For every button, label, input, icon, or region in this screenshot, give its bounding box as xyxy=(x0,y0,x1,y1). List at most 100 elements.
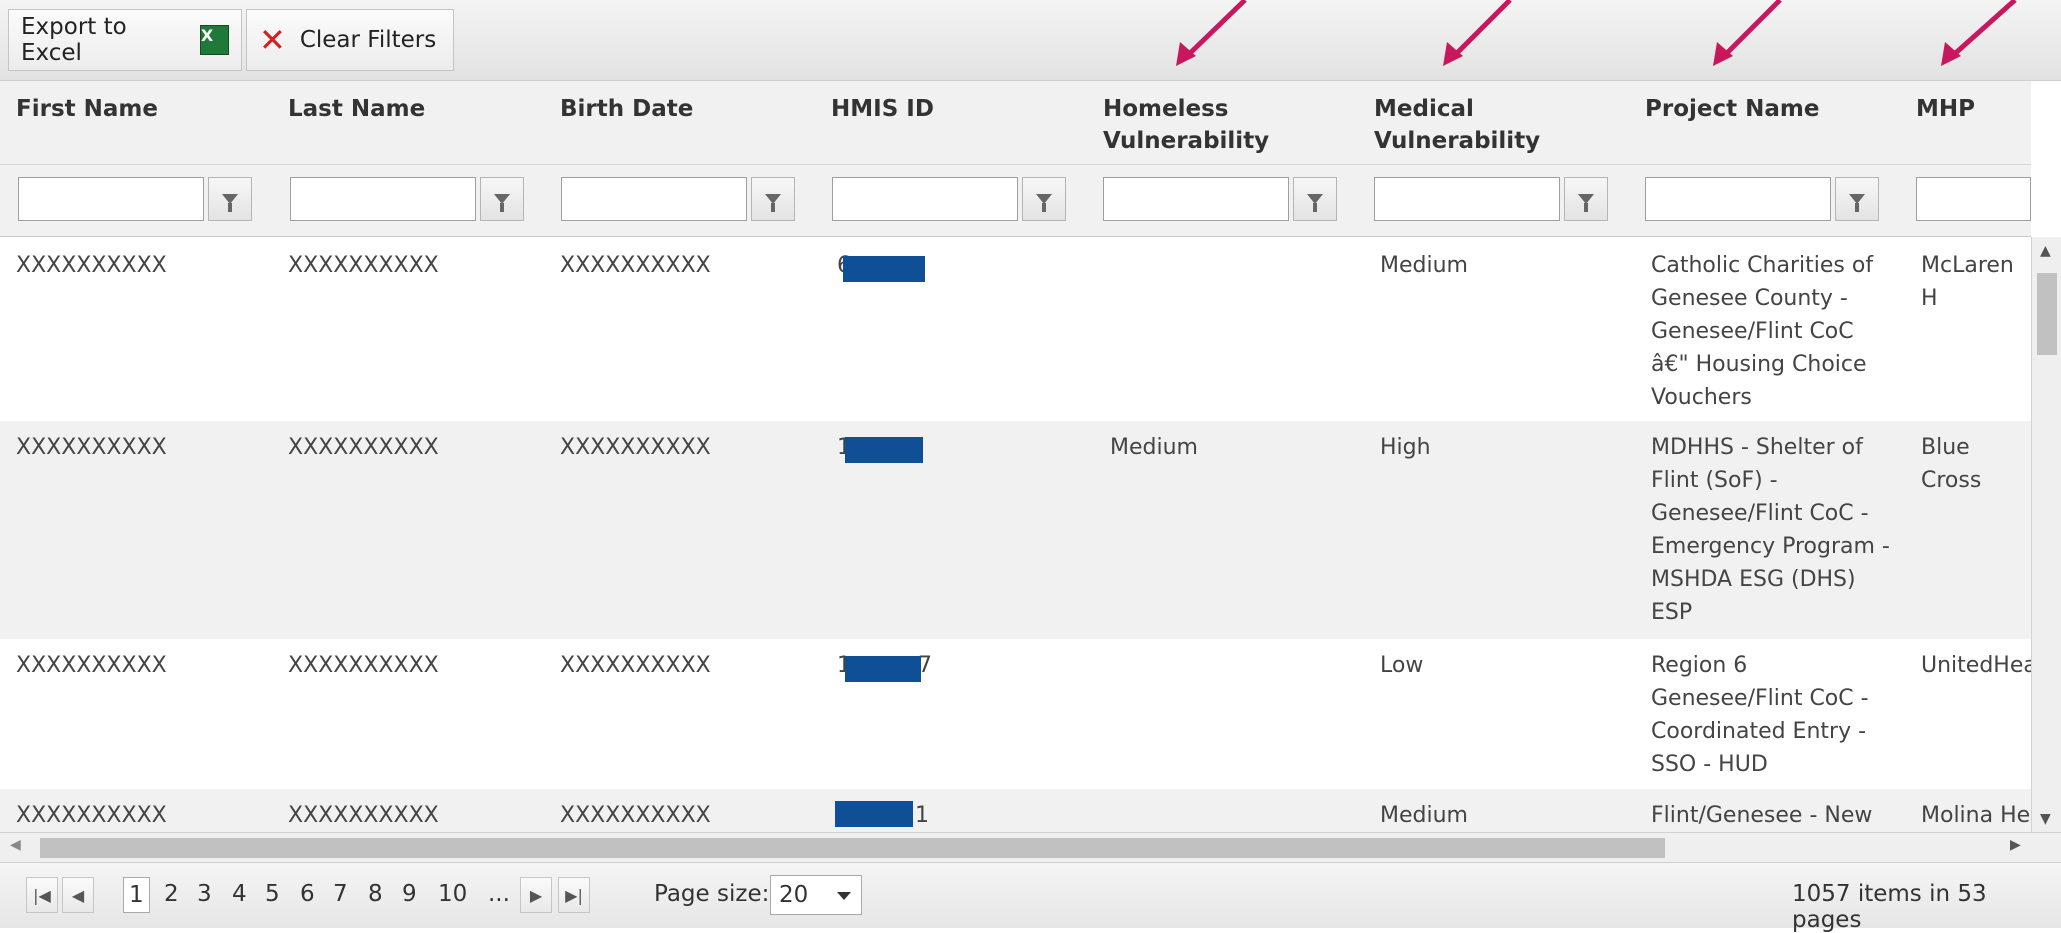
filter-row xyxy=(0,165,2031,237)
prev-page-icon[interactable]: ◀ xyxy=(62,877,94,913)
cell-first-name: XXXXXXXXXX xyxy=(16,653,167,678)
horizontal-scroll-thumb[interactable] xyxy=(40,838,1665,858)
cell-last-name: XXXXXXXXXX xyxy=(288,803,439,828)
cell-homeless-vulnerability: Medium xyxy=(1110,435,1198,460)
filter-input-mhp[interactable] xyxy=(1916,177,2031,221)
page-number[interactable]: 3 xyxy=(197,881,212,907)
annotation-arrowhead-icon xyxy=(1176,42,1961,66)
page-number[interactable]: 6 xyxy=(300,881,315,907)
redaction-block xyxy=(843,256,925,282)
cell-medical-vulnerability: High xyxy=(1380,435,1431,460)
redaction-block xyxy=(845,437,923,463)
scroll-left-arrow-icon[interactable]: ◀ xyxy=(10,837,21,853)
project-line: Region 6 xyxy=(1651,653,1748,678)
col-header-project-name[interactable]: Project Name xyxy=(1645,93,1819,125)
cell-medical-vulnerability: Medium xyxy=(1380,803,1468,828)
filter-input-first-name[interactable] xyxy=(18,177,204,221)
page-number[interactable]: 9 xyxy=(402,881,417,907)
annotation-arrow-icon xyxy=(1183,0,2017,60)
project-line: Genesee/Flint CoC xyxy=(1651,319,1854,344)
page-number[interactable]: 4 xyxy=(232,881,247,907)
column-header-row: First Name Last Name Birth Date HMIS ID … xyxy=(0,81,2031,165)
scroll-right-arrow-icon[interactable]: ▶ xyxy=(2010,837,2021,853)
page-number[interactable]: 5 xyxy=(265,881,280,907)
last-page-icon[interactable]: ▶| xyxy=(558,877,590,913)
page-number[interactable]: 7 xyxy=(333,881,348,907)
project-line: MSHDA ESG (DHS) xyxy=(1651,567,1856,592)
cell-first-name: XXXXXXXXXX xyxy=(16,253,167,278)
page-number[interactable]: 2 xyxy=(164,881,179,907)
table-row[interactable]: XXXXXXXXXX XXXXXXXXXX XXXXXXXXXX 1 7 Low… xyxy=(0,639,2031,789)
cell-first-name: XXXXXXXXXX xyxy=(16,803,167,828)
filter-button-hmis-id[interactable] xyxy=(1022,177,1066,221)
filter-input-project-name[interactable] xyxy=(1645,177,1831,221)
scroll-up-arrow-icon[interactable]: ▲ xyxy=(2040,243,2051,259)
cell-mhp: Blue Cross xyxy=(1921,435,1982,493)
cell-mhp: McLaren H xyxy=(1921,253,2014,311)
page-size-select[interactable]: 20 xyxy=(770,875,862,915)
table-row[interactable]: XXXXXXXXXX XXXXXXXXXX XXXXXXXXXX 1 Mediu… xyxy=(0,789,2031,832)
scroll-down-arrow-icon[interactable]: ▼ xyxy=(2040,811,2051,827)
table-row[interactable]: XXXXXXXXXX XXXXXXXXXX XXXXXXXXXX 6 Mediu… xyxy=(0,237,2031,421)
col-header-mhp[interactable]: MHP xyxy=(1916,93,1975,125)
page-size-value: 20 xyxy=(779,882,809,908)
funnel-icon xyxy=(494,194,510,212)
cell-last-name: XXXXXXXXXX xyxy=(288,253,439,278)
filter-input-homeless-vulnerability[interactable] xyxy=(1103,177,1289,221)
grid-body: XXXXXXXXXX XXXXXXXXXX XXXXXXXXXX 6 Mediu… xyxy=(0,237,2031,832)
project-line: Catholic Charities of xyxy=(1651,253,1874,278)
cell-project-name: Region 6 Genesee/Flint CoC - Coordinated… xyxy=(1651,649,1911,781)
filter-button-project-name[interactable] xyxy=(1835,177,1879,221)
next-page-icon[interactable]: ▶ xyxy=(520,877,552,913)
page-number[interactable]: 8 xyxy=(368,881,383,907)
cell-first-name: XXXXXXXXXX xyxy=(16,435,167,460)
filter-input-last-name[interactable] xyxy=(290,177,476,221)
col-header-first-name[interactable]: First Name xyxy=(16,93,158,125)
filter-input-medical-vulnerability[interactable] xyxy=(1374,177,1560,221)
col-header-birth-date[interactable]: Birth Date xyxy=(560,93,693,125)
cell-project-name: MDHHS - Shelter of Flint (SoF) - Genesee… xyxy=(1651,431,1911,629)
page-ellipsis[interactable]: ... xyxy=(488,881,510,907)
redaction-block xyxy=(845,656,921,682)
cell-medical-vulnerability: Medium xyxy=(1380,253,1468,278)
funnel-icon xyxy=(1578,194,1594,212)
cell-medical-vulnerability: Low xyxy=(1380,653,1424,678)
vertical-scrollbar[interactable]: ▲ ▼ xyxy=(2031,237,2061,832)
col-header-homeless-vulnerability[interactable]: Homeless Vulnerability xyxy=(1103,93,1283,157)
filter-button-birth-date[interactable] xyxy=(751,177,795,221)
horizontal-scrollbar[interactable]: ◀ ▶ xyxy=(0,832,2061,862)
redaction-block xyxy=(835,801,913,827)
filter-button-first-name[interactable] xyxy=(208,177,252,221)
project-line: Genesee/Flint CoC - xyxy=(1651,686,1869,711)
filter-button-last-name[interactable] xyxy=(480,177,524,221)
project-line: MDHHS - Shelter of xyxy=(1651,435,1863,460)
col-header-hmis-id[interactable]: HMIS ID xyxy=(831,93,934,125)
cell-birth-date: XXXXXXXXXX xyxy=(560,435,711,460)
project-line: Flint/Genesee - New xyxy=(1651,803,1873,828)
cell-birth-date: XXXXXXXXXX xyxy=(560,803,711,828)
first-page-icon[interactable]: |◀ xyxy=(26,877,58,913)
project-line: Emergency Program - xyxy=(1651,534,1890,559)
cell-project-name: Flint/Genesee - New xyxy=(1651,799,1911,832)
col-header-medical-vulnerability[interactable]: Medical Vulnerability xyxy=(1374,93,1554,157)
annotation-arrows xyxy=(1176,0,2017,66)
cell-project-name: Catholic Charities of Genesee County - G… xyxy=(1651,249,1911,414)
table-row[interactable]: XXXXXXXXXX XXXXXXXXXX XXXXXXXXXX 1 Mediu… xyxy=(0,421,2031,639)
filter-input-hmis-id[interactable] xyxy=(832,177,1018,221)
page-number-current[interactable]: 1 xyxy=(123,877,150,913)
filter-input-birth-date[interactable] xyxy=(561,177,747,221)
vertical-scroll-thumb[interactable] xyxy=(2037,273,2057,355)
funnel-icon xyxy=(1036,194,1052,212)
col-header-last-name[interactable]: Last Name xyxy=(288,93,425,125)
filter-button-homeless-vulnerability[interactable] xyxy=(1293,177,1337,221)
chevron-down-icon xyxy=(837,892,851,900)
project-line: Vouchers xyxy=(1651,385,1752,410)
cell-hmis-id: 1 xyxy=(915,803,929,828)
cell-birth-date: XXXXXXXXXX xyxy=(560,653,711,678)
funnel-icon xyxy=(222,194,238,212)
page-number[interactable]: 10 xyxy=(438,881,467,907)
funnel-icon xyxy=(1307,194,1323,212)
project-line: ESP xyxy=(1651,600,1693,625)
filter-button-medical-vulnerability[interactable] xyxy=(1564,177,1608,221)
funnel-icon xyxy=(1849,194,1865,212)
